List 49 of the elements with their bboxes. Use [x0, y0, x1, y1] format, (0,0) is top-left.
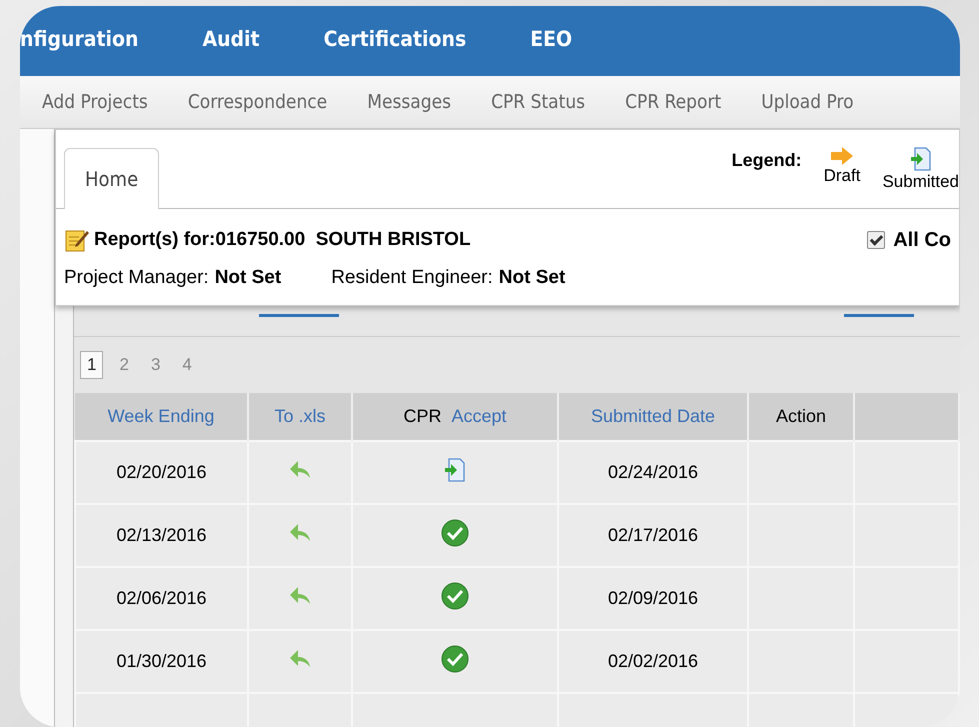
date-text: 02/24/2016: [608, 462, 698, 482]
column-link[interactable]: Week Ending: [108, 406, 214, 426]
sub-nav-link[interactable]: Messages: [367, 91, 452, 113]
legend-text: Draft: [824, 166, 860, 186]
reply-arrow-icon[interactable]: [289, 649, 311, 669]
nav-menu-item[interactable]: EEO: [530, 27, 572, 51]
home-tab[interactable]: Home: [64, 148, 160, 209]
date-text: 02/13/2016: [116, 525, 207, 545]
field-label: Project Manager:: [64, 267, 209, 289]
date-text: 02/09/2016: [608, 588, 698, 608]
arrow-icon: [830, 146, 854, 166]
nav-menu-item[interactable]: nfiguration: [20, 27, 138, 51]
column-link[interactable]: Accept: [452, 406, 507, 426]
check-icon: [441, 519, 469, 547]
check-icon: [441, 645, 469, 673]
date-text: 02/02/2016: [608, 651, 698, 671]
sub-nav-link[interactable]: CPR Status: [491, 91, 586, 113]
column-link[interactable]: Submitted Date: [590, 406, 716, 426]
field-value: Not Set: [214, 267, 282, 289]
column-label: CPR: [403, 406, 442, 426]
reply-arrow-icon[interactable]: [289, 523, 311, 543]
reply-arrow-icon[interactable]: [289, 586, 311, 606]
date-text: 01/30/2016: [116, 651, 207, 671]
page-link[interactable]: 2: [113, 352, 135, 378]
page-link[interactable]: 1: [80, 351, 104, 379]
field-value: Not Set: [498, 267, 566, 289]
sub-nav-link[interactable]: Add Projects: [42, 91, 148, 113]
page-link[interactable]: 3: [144, 352, 166, 378]
document-icon: [910, 146, 932, 172]
sub-nav-link[interactable]: Correspondence: [188, 91, 328, 113]
column-label: Action: [776, 406, 826, 426]
document-icon: [444, 457, 466, 483]
sub-nav-link[interactable]: Upload Pro: [761, 91, 854, 113]
check-icon: [441, 582, 469, 610]
report-title: Report(s) for:016750.00 SOUTH BRISTOL: [94, 229, 471, 251]
field-label: Resident Engineer:: [331, 267, 493, 289]
checkbox[interactable]: [867, 231, 886, 249]
nav-menu-item[interactable]: Certifications: [324, 27, 466, 51]
column-link[interactable]: To .xls: [274, 406, 326, 426]
date-text: 02/17/2016: [608, 525, 698, 545]
nav-menu-item[interactable]: Audit: [202, 27, 260, 51]
date-text: 02/20/2016: [116, 462, 207, 482]
page-link[interactable]: 4: [176, 352, 198, 378]
legend-text: Submitted: [882, 172, 959, 192]
legend-label: Legend:: [732, 150, 802, 171]
date-text: 02/06/2016: [116, 588, 207, 608]
checkbox-label: All Co: [893, 228, 951, 252]
reply-arrow-icon[interactable]: [289, 460, 311, 480]
sub-nav-link[interactable]: CPR Report: [625, 91, 722, 113]
